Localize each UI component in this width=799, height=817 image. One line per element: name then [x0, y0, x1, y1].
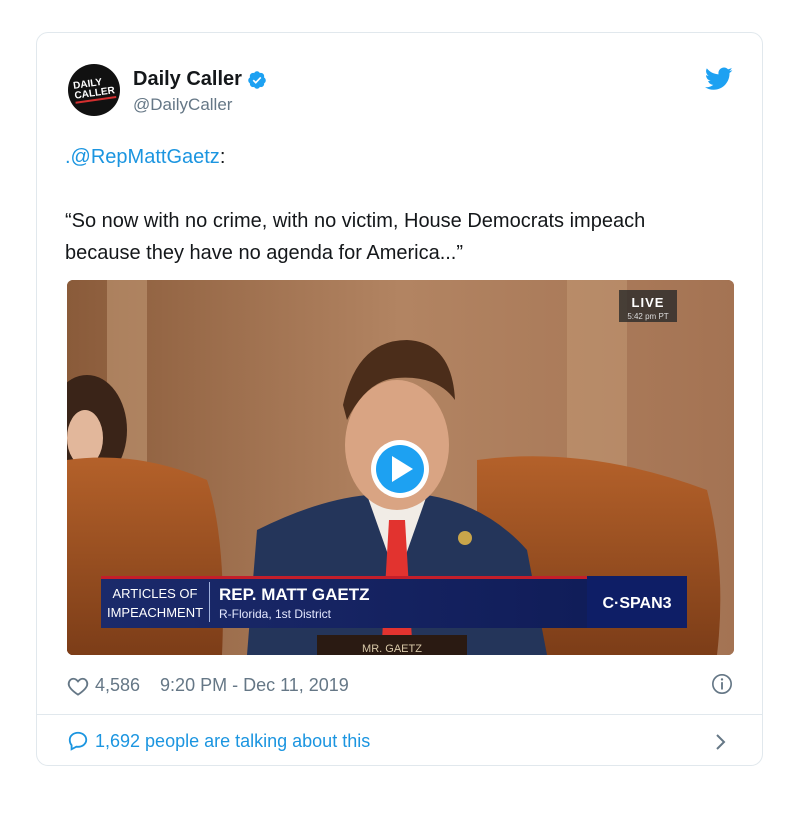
live-label: LIVE — [632, 295, 665, 310]
lower-third-left-1: ARTICLES OF — [112, 586, 197, 601]
chevron-right-icon[interactable] — [714, 732, 728, 752]
timestamp[interactable]: 9:20 PM - Dec 11, 2019 — [160, 675, 349, 696]
conversation-link[interactable]: 1,692 people are talking about this — [67, 730, 370, 752]
nameplate-text: MR. GAETZ — [362, 643, 422, 655]
display-name[interactable]: Daily Caller — [133, 68, 242, 91]
twitter-bird-icon[interactable] — [705, 67, 733, 91]
reply-bubble-icon — [68, 731, 88, 751]
author-block: Daily Caller @DailyCaller — [133, 68, 267, 115]
daily-caller-logo: DAILY CALLER — [72, 76, 116, 104]
mention-suffix: : — [219, 146, 226, 168]
tweet-meta: 4,586 9:20 PM - Dec 11, 2019 — [67, 675, 349, 696]
display-name-row[interactable]: Daily Caller — [133, 68, 267, 91]
network-logo: C·SPAN3 — [602, 595, 671, 612]
verified-badge-icon — [248, 70, 266, 89]
mention-link[interactable]: .@RepMattGaetz — [65, 146, 220, 168]
lower-third-name: REP. MATT GAETZ — [219, 585, 370, 604]
heart-icon[interactable] — [67, 676, 89, 696]
lower-third-sub: R-Florida, 1st District — [219, 607, 332, 621]
tweet-quote: “So now with no crime, with no victim, H… — [65, 210, 651, 264]
divider — [37, 714, 762, 715]
avatar[interactable]: DAILY CALLER — [68, 64, 120, 116]
video-player[interactable]: MR. GAETZ LIVE 5:42 pm PT ARTICLES OF IM… — [67, 280, 734, 655]
tweet-text: .@RepMattGaetz: “So now with no crime, w… — [65, 141, 725, 269]
talking-count-text[interactable]: 1,692 people are talking about this — [95, 731, 370, 752]
lower-third-left-2: IMPEACHMENT — [107, 605, 203, 620]
info-icon[interactable] — [711, 673, 733, 695]
like-count[interactable]: 4,586 — [95, 675, 140, 696]
handle[interactable]: @DailyCaller — [133, 95, 267, 115]
video-frame: MR. GAETZ LIVE 5:42 pm PT ARTICLES OF IM… — [67, 280, 734, 655]
play-icon[interactable] — [371, 440, 429, 498]
tweet-card: DAILY CALLER Daily Caller @DailyCaller .… — [36, 32, 763, 766]
live-time: 5:42 pm PT — [627, 312, 668, 321]
